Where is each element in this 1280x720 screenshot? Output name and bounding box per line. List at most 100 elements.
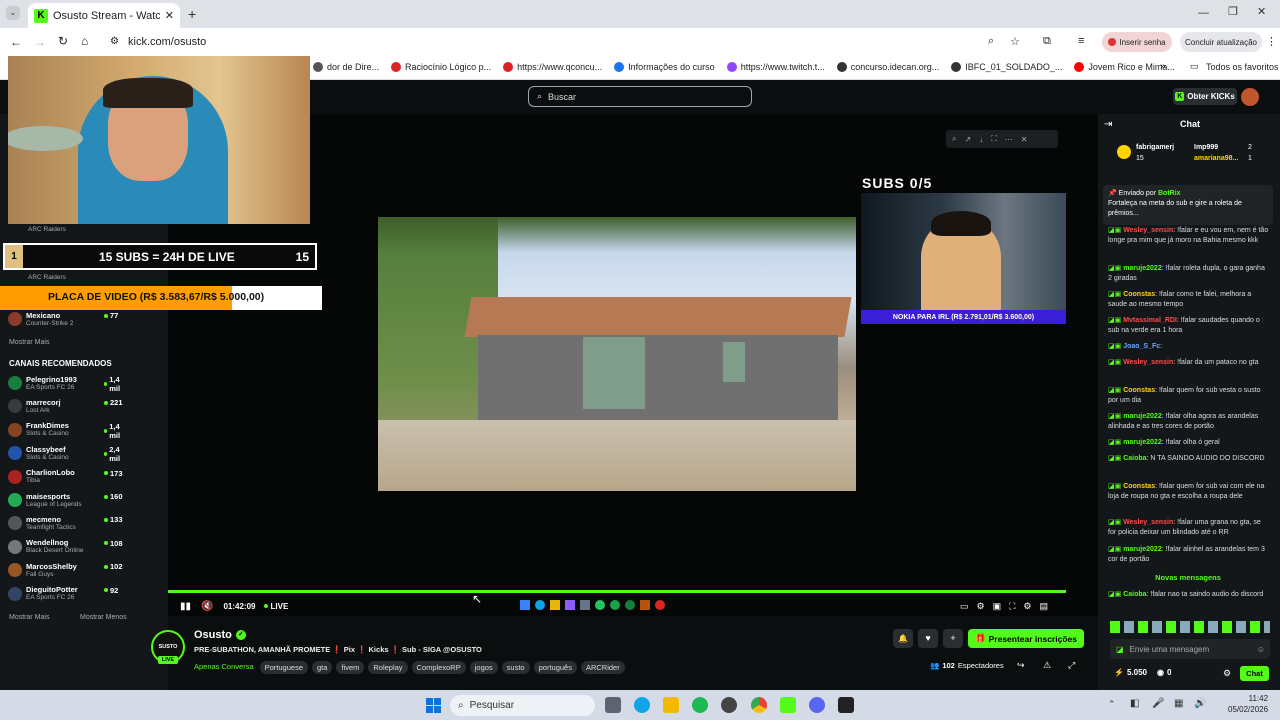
bookmark-item[interactable]: concurso.idecan.org... (836, 62, 939, 72)
minimize-icon[interactable]: — (1198, 7, 1209, 19)
tag-chip[interactable]: português (533, 661, 577, 674)
tag-chip[interactable]: Portuguese (259, 661, 308, 674)
player-settings-icons[interactable]: ▭⚙▣⛶⚙▤ (960, 601, 1056, 612)
reload-icon[interactable]: ↻ (58, 34, 68, 48)
extensions-icon[interactable]: ⧉ (1043, 35, 1051, 48)
gift-subs-button[interactable]: 🎁 Presentear inscrições (968, 629, 1084, 648)
kick-app-icon[interactable] (780, 697, 796, 713)
share-icon[interactable]: ↪ (1017, 660, 1025, 671)
chat-username[interactable]: Coonstas (1123, 387, 1155, 394)
new-tab-icon[interactable]: + (188, 6, 196, 22)
chat-username[interactable]: Coonstas (1123, 483, 1155, 490)
show-more-link[interactable]: Mostrar Mais (9, 339, 49, 346)
chat-username[interactable]: Caioba (1123, 455, 1146, 462)
maximize-icon[interactable]: ❐ (1228, 5, 1238, 18)
show-more-link[interactable]: Mostrar Mais (9, 614, 49, 621)
window-close-icon[interactable]: ✕ (1257, 5, 1266, 18)
bookmark-item[interactable]: dor de Dire... (313, 62, 379, 72)
sidebar-channel[interactable]: CharlionLobo Tibia 173 (8, 466, 128, 488)
send-chat-button[interactable]: Chat (1240, 666, 1269, 681)
sidebar-channel[interactable]: marrecorj Lost Ark 221 (8, 395, 128, 417)
tab-list-icon[interactable]: ≡ (1078, 35, 1084, 47)
taskbar-clock[interactable]: 11:42 05/02/2026 (1228, 693, 1268, 715)
app-icon[interactable] (838, 697, 854, 713)
chat-username[interactable]: maruje2022 (1123, 413, 1162, 420)
sidebar-channel[interactable]: Classybeef Slots & Casino 2,4 mil (8, 442, 128, 464)
tab-close-icon[interactable]: ✕ (165, 9, 174, 22)
volume-bars-icon[interactable]: ▮▮ (180, 601, 191, 612)
bookmark-item[interactable]: Informações do curso (614, 62, 715, 72)
zoom-icon[interactable]: ⌕ (952, 134, 956, 144)
discord-icon[interactable] (809, 697, 825, 713)
chat-username[interactable]: Mvtassimal_RDI (1123, 317, 1177, 324)
file-explorer-icon[interactable] (663, 697, 679, 713)
bookmark-item[interactable]: https://www.qconcu... (503, 62, 602, 72)
more-bookmarks-icon[interactable]: » (1160, 61, 1166, 72)
sidebar-channel[interactable]: DieguitoPotter EA Sports FC 26 92 (8, 583, 128, 605)
report-icon[interactable]: ⚠ (1043, 660, 1051, 671)
forward-icon[interactable]: → (34, 35, 46, 49)
close-icon[interactable]: ✕ (1021, 135, 1028, 144)
category-link[interactable]: Apenas Conversa (194, 662, 254, 671)
network-icon[interactable]: ▦ (1174, 698, 1183, 709)
sidebar-channel[interactable]: mecmeno Teamfight Tactics 133 (8, 512, 128, 534)
share-icon[interactable]: ↗ (964, 135, 971, 144)
chat-input[interactable]: ◪ Envie uma mensagem ☺ (1110, 639, 1270, 659)
tray-expand-icon[interactable]: ⌃ (1108, 699, 1116, 710)
tag-chip[interactable]: ARCRider (580, 661, 625, 674)
back-icon[interactable]: ← (10, 35, 22, 49)
channel-name[interactable]: Osusto (194, 629, 232, 641)
volume-icon[interactable]: 🔊 (1194, 698, 1206, 709)
notification-bell-icon[interactable]: 🔔 (893, 629, 913, 648)
sidebar-channel[interactable]: maisesports League of Legends 160 (8, 489, 128, 511)
add-icon[interactable]: + (943, 629, 963, 648)
bookmark-item[interactable]: Raciocínio Lógico p... (391, 62, 491, 72)
emoji-icon[interactable]: ☺ (1257, 645, 1265, 654)
chat-username[interactable]: Wesley_sensin (1123, 519, 1173, 526)
sidebar-channel[interactable]: MarcosShelby Fall Guys 102 (8, 559, 128, 581)
chat-username[interactable]: maruje2022 (1123, 265, 1162, 272)
expand-icon[interactable]: ⤢ (1068, 660, 1075, 671)
tag-chip[interactable]: ComplexoRP (411, 661, 466, 674)
home-icon[interactable]: ⌂ (81, 34, 88, 48)
chat-username[interactable]: Joao_S_Fc (1123, 343, 1160, 350)
chat-username[interactable]: Wesley_sensin (1123, 227, 1173, 234)
tag-chip[interactable]: fivem (336, 661, 365, 674)
mute-icon[interactable]: 🔇 (201, 601, 213, 612)
all-favorites[interactable]: Todos os favoritos (1206, 62, 1279, 72)
get-kicks-button[interactable]: K Obter KICKs (1173, 88, 1237, 105)
collapse-chat-icon[interactable]: ⇥ (1104, 119, 1112, 130)
microphone-icon[interactable]: 🎤 (1152, 698, 1164, 709)
chat-username[interactable]: maruje2022 (1123, 546, 1162, 553)
tab-search-icon[interactable]: ⌄ (6, 6, 20, 20)
chat-username[interactable]: Wesley_sensin (1123, 359, 1173, 366)
tag-chip[interactable]: jogos (469, 661, 498, 674)
tag-chip[interactable]: gta (312, 661, 333, 674)
zoom-icon[interactable]: ⌕ (988, 35, 994, 48)
obs-icon[interactable] (721, 697, 737, 713)
chat-username[interactable]: Coonstas (1123, 291, 1155, 298)
sidebar-channel[interactable]: Pelegrino1993 EA Sports FC 26 1,4 mil (8, 372, 128, 394)
browser-tab[interactable]: K Osusto Stream - Watch Live on ✕ (28, 3, 180, 28)
emote-bar[interactable] (1110, 621, 1270, 633)
chat-settings-icon[interactable]: ⚙ (1223, 668, 1231, 679)
fullscreen-icon[interactable]: ⛶ (991, 134, 997, 144)
chat-username[interactable]: Caioba (1123, 591, 1146, 598)
site-info-icon[interactable]: ⚙ (110, 36, 119, 47)
follow-heart-icon[interactable]: ♥ (918, 629, 938, 648)
tag-chip[interactable]: susto (501, 661, 530, 674)
chrome-icon[interactable] (751, 697, 767, 713)
menu-icon[interactable]: ⋮ (1266, 35, 1277, 48)
bookmark-item[interactable]: https://www.twitch.t... (726, 62, 825, 72)
download-icon[interactable]: ↓ (979, 135, 983, 144)
video-progress-bar[interactable] (168, 590, 1066, 593)
password-button[interactable]: Inserir senha (1102, 32, 1172, 52)
url-text[interactable]: kick.com/osusto (128, 36, 206, 48)
sidebar-channel[interactable]: Wendellnog Black Desert Online 108 (8, 536, 128, 558)
sidebar-channel[interactable]: FrankDimes Slots & Casino 1,4 mil (8, 419, 128, 441)
user-avatar[interactable] (1241, 88, 1259, 106)
taskview-icon[interactable] (605, 697, 621, 713)
more-icon[interactable]: ⋯ (1005, 135, 1013, 144)
tag-chip[interactable]: Roleplay (368, 661, 408, 674)
spotify-icon[interactable] (692, 697, 708, 713)
